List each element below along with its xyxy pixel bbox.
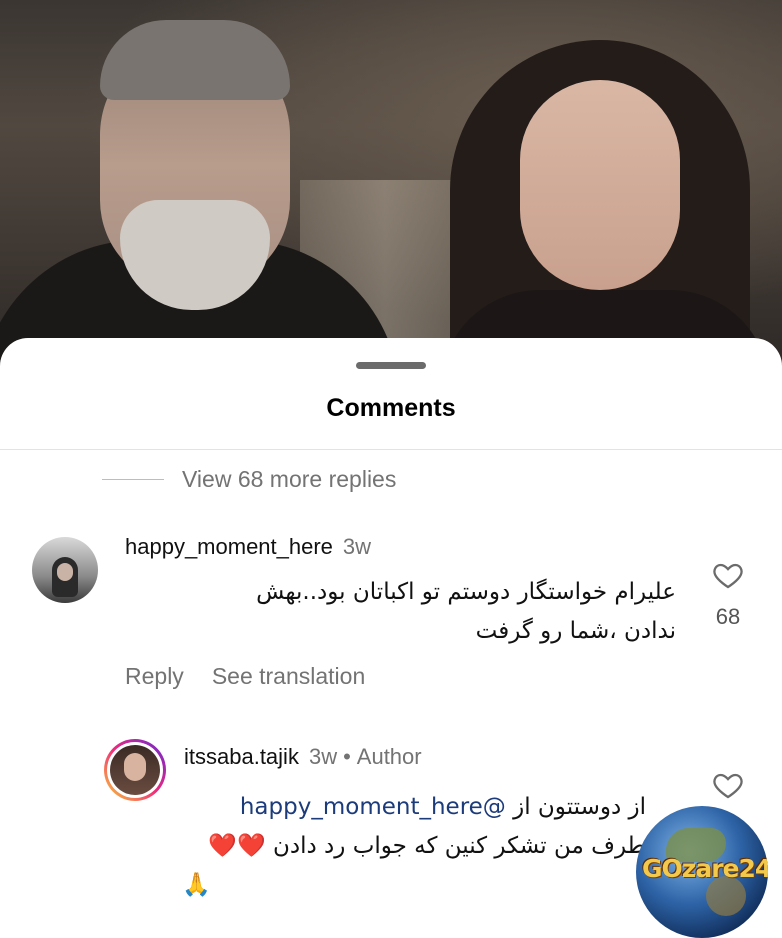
sheet-title: Comments [326, 394, 456, 422]
like-count: 68 [715, 604, 741, 629]
comment-header: happy_moment_here 3w [125, 534, 371, 560]
comment-text: از دوستتون از @happy_moment_here طرف من … [150, 788, 646, 905]
reply-button[interactable]: Reply [125, 663, 184, 689]
comment-actions: Reply See translation [125, 663, 393, 690]
divider [0, 449, 782, 450]
comment-username[interactable]: happy_moment_here [125, 534, 333, 559]
comment-text-line: از دوستتون از @happy_moment_here [150, 788, 646, 827]
watermark-text: GOzare24 [642, 854, 768, 883]
avatar[interactable] [32, 537, 98, 603]
see-translation-button[interactable]: See translation [212, 663, 365, 689]
view-more-replies[interactable]: View 68 more replies [102, 464, 396, 494]
comment-text: علیرام خواستگار دوستم تو اکباتان بود..به… [160, 573, 676, 651]
post-photo [0, 0, 782, 360]
comment-text-line: 🙏 [182, 872, 211, 898]
mention-link[interactable]: @happy_moment_here [240, 794, 506, 820]
view-more-label: View 68 more replies [182, 465, 397, 492]
comment-text-line: طرف من تشکر کنین که جواب رد دادن ❤️❤️ [208, 833, 646, 859]
comment-header: itssaba.tajik 3w • Author [184, 744, 422, 770]
drag-handle[interactable] [356, 362, 426, 369]
comment-time: 3w [308, 744, 338, 769]
comment-text-line: ندادن ،شما رو گرفت [475, 618, 676, 644]
separator-dot: • [343, 744, 351, 769]
watermark-logo: GOzare24 [636, 806, 768, 938]
thread-line [102, 478, 164, 480]
comment-text-prefix: از دوستتون از [505, 794, 646, 820]
heart-icon[interactable] [712, 769, 744, 801]
heart-icon[interactable] [712, 559, 744, 591]
comment-username[interactable]: itssaba.tajik [184, 744, 299, 769]
comment-text-line: علیرام خواستگار دوستم تو اکباتان بود..به… [256, 579, 676, 605]
comment-time: 3w [342, 534, 372, 559]
author-badge: Author [356, 744, 422, 769]
